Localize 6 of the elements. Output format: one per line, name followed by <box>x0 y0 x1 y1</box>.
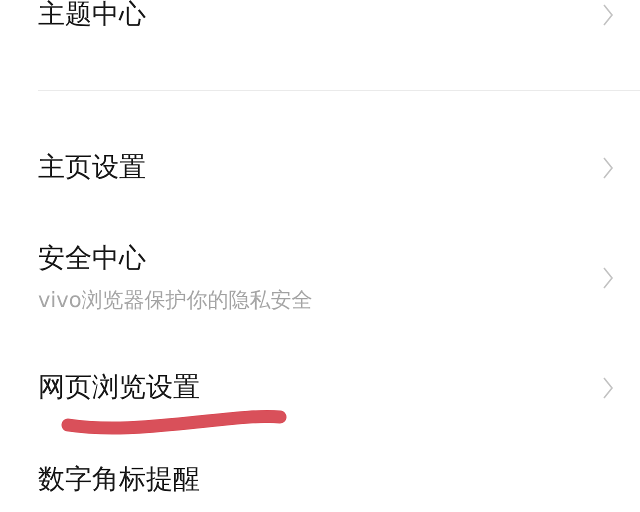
menu-item-label[interactable]: 主页设置 <box>38 152 146 184</box>
menu-item-description: vivo浏览器保护你的隐私安全 <box>38 287 313 313</box>
menu-item-label[interactable]: 数字角标提醒 <box>38 464 200 496</box>
menu-item-label[interactable]: 网页浏览设置 <box>38 372 200 404</box>
menu-item-label[interactable]: 安全中心 <box>38 243 313 275</box>
menu-item-label[interactable]: 主题中心 <box>38 0 146 31</box>
